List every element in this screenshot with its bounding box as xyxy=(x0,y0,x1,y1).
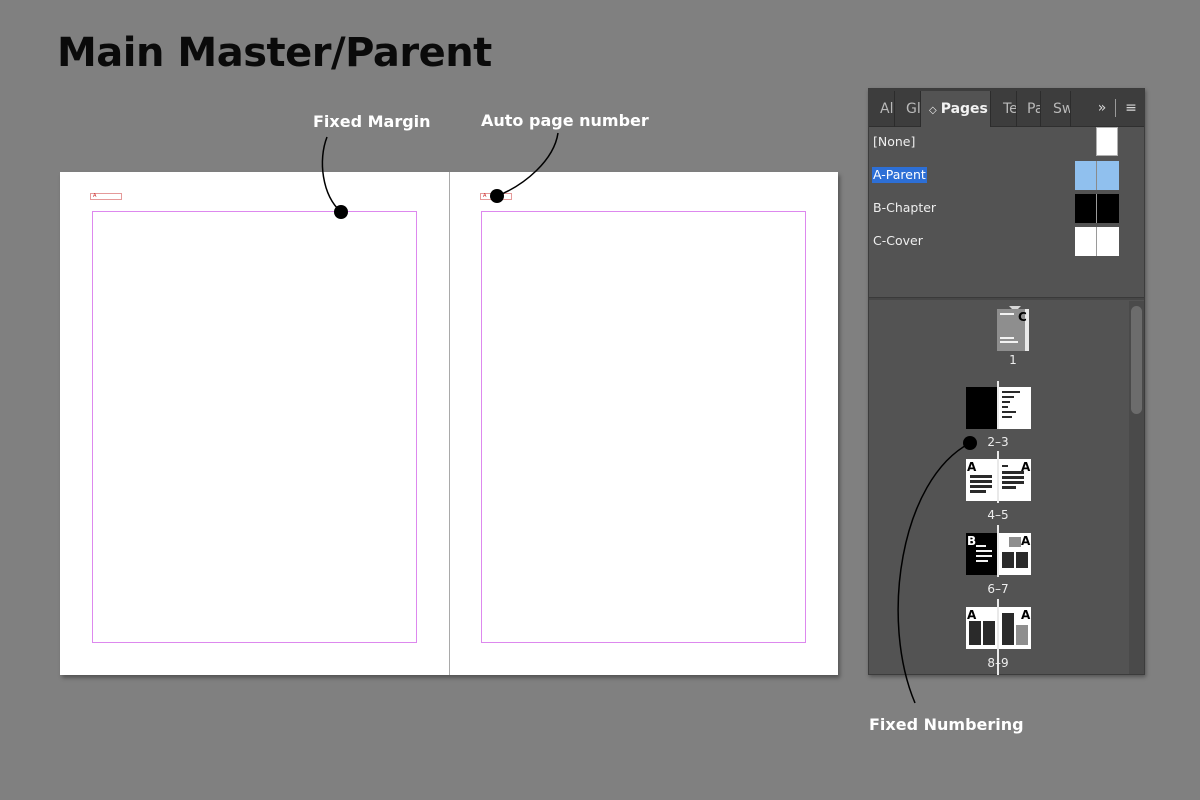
panel-section-divider[interactable] xyxy=(869,297,1144,300)
master-thumbnail-right xyxy=(1097,227,1119,256)
tab-glyphs[interactable]: Gl xyxy=(895,91,921,127)
page-number-label: 2–3 xyxy=(987,435,1009,449)
callout-auto-page-number: Auto page number xyxy=(481,111,649,130)
master-label: [None] xyxy=(873,134,916,149)
panel-tab-bar: Al Gl ◇Pages Te Pa Sw » ≡ xyxy=(869,89,1144,127)
tab-paragraph[interactable]: Pa xyxy=(1017,91,1041,127)
page-preview-left: A xyxy=(966,607,998,649)
applied-master-letter: A xyxy=(967,460,977,474)
callout-fixed-numbering: Fixed Numbering xyxy=(869,715,1024,734)
master-row-b-chapter[interactable]: B-Chapter xyxy=(869,193,1144,225)
sort-arrows-icon: ◇ xyxy=(929,105,937,116)
spine-line xyxy=(997,525,999,577)
master-row-none[interactable]: [None] xyxy=(869,127,1144,159)
page-number-frame-left[interactable]: A xyxy=(90,193,122,200)
tab-pages-label: Pages xyxy=(940,101,988,117)
pages-panel[interactable]: Al Gl ◇Pages Te Pa Sw » ≡ [None] A-Paren… xyxy=(868,88,1145,675)
pages-scrollbar-thumb[interactable] xyxy=(1131,306,1142,414)
master-row-a-parent[interactable]: A-Parent xyxy=(869,160,1144,192)
master-thumbnail xyxy=(1096,127,1118,156)
page-preview: C xyxy=(997,309,1029,351)
applied-master-letter: A xyxy=(1021,534,1031,548)
spine-line xyxy=(997,381,999,429)
spread-spine xyxy=(449,172,450,675)
callout-fixed-margin: Fixed Margin xyxy=(313,112,431,131)
master-row-c-cover[interactable]: C-Cover xyxy=(869,226,1144,258)
master-thumbnail-left xyxy=(1075,194,1097,223)
page-thumbnail-4-5[interactable]: A A 4–5 xyxy=(869,451,1127,525)
page-thumbnail-2-3[interactable]: 2–3 xyxy=(869,381,1127,451)
applied-master-letter: B xyxy=(967,534,977,548)
margin-guide-right xyxy=(481,211,806,643)
page-preview-right: A xyxy=(999,459,1031,501)
page-preview-left: B xyxy=(966,533,998,575)
master-thumbnail-right xyxy=(1097,194,1119,223)
master-thumbnail-right xyxy=(1097,161,1119,190)
master-label: A-Parent xyxy=(872,167,927,183)
page-preview-right: A xyxy=(999,533,1031,575)
spine-line xyxy=(997,451,999,503)
document-spread[interactable]: A A xyxy=(60,172,838,675)
page-thumbnail-1[interactable]: C 1 xyxy=(869,301,1127,381)
panel-menu-icon[interactable]: ≡ xyxy=(1119,89,1143,127)
master-label: C-Cover xyxy=(873,233,923,248)
page-preview-left: A xyxy=(966,459,998,501)
page-title: Main Master/Parent xyxy=(57,30,492,76)
tab-swatches[interactable]: Sw xyxy=(1041,91,1071,127)
tab-divider xyxy=(1115,99,1116,117)
page-number-label: 4–5 xyxy=(987,508,1009,522)
page-number-frame-right[interactable]: A xyxy=(480,193,512,200)
page-thumbnail-6-7[interactable]: B A 6–7 xyxy=(869,525,1127,599)
applied-master-letter: A xyxy=(1021,608,1031,622)
page-number-label: 1 xyxy=(1009,353,1017,367)
page-number-label: 6–7 xyxy=(987,582,1009,596)
page-preview-right: A xyxy=(999,607,1031,649)
applied-master-letter: C xyxy=(1018,310,1027,324)
more-tabs-icon[interactable]: » xyxy=(1091,89,1113,127)
page-preview-right xyxy=(999,387,1031,429)
master-thumbnail-left xyxy=(1075,161,1097,190)
tab-text[interactable]: Te xyxy=(993,91,1017,127)
applied-master-letter: A xyxy=(967,608,977,622)
page-thumbnail-8-9[interactable]: A A 8–9 xyxy=(869,599,1127,675)
tab-pages[interactable]: ◇ Pages xyxy=(921,91,991,127)
page-preview-left xyxy=(966,387,998,429)
margin-guide-left xyxy=(92,211,417,643)
master-thumbnail-left xyxy=(1075,227,1097,256)
page-number-label: 8–9 xyxy=(987,656,1009,670)
tab-align[interactable]: Al xyxy=(869,91,895,127)
master-label: B-Chapter xyxy=(873,200,937,215)
